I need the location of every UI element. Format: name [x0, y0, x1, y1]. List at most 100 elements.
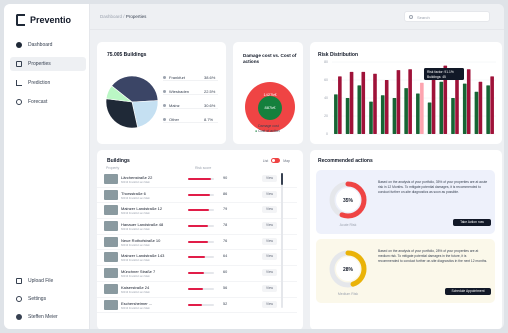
bar-medium[interactable] — [416, 93, 420, 135]
building-name: Eschersheimer ... — [121, 300, 153, 306]
gauge-caption: Medium Risk — [337, 292, 359, 296]
y-tick-label: 0 — [326, 132, 328, 136]
take-action-button[interactable]: Take Action now — [453, 219, 491, 226]
table-row[interactable]: Thorsstraße 6 60313 Frankfurt am Main 86 Vi… — [97, 188, 297, 204]
tooltip-title: Risk factor: 91.1% — [427, 70, 454, 74]
table-row[interactable]: Lärchenstraße 22 60313 Frankfurt am Main 9… — [97, 172, 297, 188]
view-button[interactable]: View — [262, 206, 277, 214]
sidebar-item-dashboard[interactable]: Dashboard — [10, 38, 86, 52]
view-button[interactable]: View — [262, 284, 277, 292]
bar-medium[interactable] — [380, 95, 385, 134]
bar-acute[interactable] — [373, 73, 377, 134]
legend-label: Other — [169, 116, 180, 122]
bar-acute[interactable] — [349, 71, 354, 134]
sidebar-item-upload[interactable]: Upload File — [10, 274, 86, 288]
bar-acute[interactable] — [466, 69, 471, 134]
y-tick-label: 40 — [324, 96, 328, 100]
view-button[interactable]: View — [262, 300, 277, 308]
bar-acute[interactable] — [478, 81, 483, 134]
risk-score-bar — [188, 256, 214, 259]
risk-score-value: 79 — [223, 207, 228, 212]
pie-legend-item: Other 8.7% — [163, 116, 218, 123]
toggle-map-label[interactable]: Map — [283, 159, 290, 163]
risk-score-bar — [188, 272, 214, 275]
bar-medium[interactable] — [392, 98, 397, 134]
table-row[interactable]: Mainzer Landstraße 143 60313 Frankfurt am… — [97, 250, 297, 267]
building-address: 60313 Frankfurt am Main — [121, 228, 150, 232]
breadcrumb-root[interactable]: Dashboard — [100, 14, 122, 19]
bar-acute[interactable] — [361, 71, 366, 134]
table-row[interactable]: Eschersheimer ... 60313 Frankfurt am Main… — [97, 298, 297, 314]
risk-score-fill — [188, 178, 212, 180]
risk-score-value: 60 — [223, 270, 228, 275]
sidebar-item-label: Properties — [28, 61, 51, 67]
bar-medium[interactable] — [345, 98, 350, 134]
schedule-appointment-button[interactable]: Schedule Appointment — [445, 288, 491, 295]
app-logo[interactable]: Preventio — [16, 14, 71, 26]
view-toggle[interactable]: List Map — [263, 158, 290, 163]
table-row[interactable]: Mainzer Landstraße 12 60313 Frankfurt am … — [97, 203, 297, 220]
toggle-switch[interactable] — [271, 158, 281, 163]
building-address: 60313 Frankfurt am Main — [121, 212, 150, 216]
risk-score-bar — [188, 287, 214, 290]
bar-medium[interactable] — [451, 98, 455, 134]
view-button[interactable]: View — [262, 253, 277, 261]
sidebar-item-forecast[interactable]: Forecast — [10, 95, 86, 109]
gauge-value: 28% — [343, 267, 354, 273]
bar-medium[interactable] — [404, 88, 408, 134]
bar-medium[interactable] — [357, 85, 362, 134]
view-button[interactable]: View — [262, 269, 277, 277]
risk-score-bar — [188, 303, 214, 306]
risk-score-value: 56 — [223, 285, 228, 290]
avatar — [16, 314, 22, 320]
column-header-risk: Risk score — [195, 166, 212, 170]
table-row[interactable]: Neue Rothofstraße 10 60313 Frankfurt am M… — [97, 235, 297, 251]
table-row[interactable]: Hanauer Landstraße 48 60313 Frankfurt am … — [97, 219, 297, 235]
sidebar-item-settings[interactable]: Settings — [10, 292, 86, 306]
view-button[interactable]: View — [262, 222, 277, 230]
bar-medium[interactable] — [474, 91, 479, 134]
search-input[interactable]: Search — [404, 11, 490, 22]
gauge-caption: Acute Risk — [339, 223, 357, 227]
bar-acute[interactable] — [396, 70, 401, 134]
sidebar-item-label: Settings — [28, 296, 47, 302]
toggle-list-label[interactable]: List — [263, 159, 268, 163]
view-button[interactable]: View — [262, 190, 277, 198]
table-row[interactable]: Münchner Straße 7 60313 Frankfurt am Main… — [97, 266, 297, 282]
bubble-legend: ● Damage cost ● Cost of action — [255, 124, 280, 134]
recommended-actions-card: Recommended actions 35% Acute Risk Based… — [310, 150, 502, 329]
bar-acute[interactable] — [338, 76, 342, 134]
sidebar-item-properties[interactable]: Properties — [10, 57, 86, 71]
bar-acute[interactable] — [384, 80, 389, 134]
bar-acute[interactable] — [455, 75, 459, 135]
scrollbar-thumb[interactable] — [281, 173, 283, 185]
bar-acute[interactable] — [490, 76, 494, 134]
bar-medium[interactable] — [427, 102, 432, 135]
risk-bar-chart: 0 20 40 60 80 Risk factor: 91.1%Buildings: 45 — [324, 60, 496, 136]
action-cost-value: 887k€ — [265, 105, 277, 110]
building-name: Neue Rothofstraße 10 — [121, 237, 161, 243]
bar-medium[interactable] — [486, 85, 490, 134]
bar-medium[interactable] — [462, 83, 467, 134]
risk-score-fill — [188, 256, 205, 259]
building-name: Hanauer Landstraße 48 — [121, 222, 164, 228]
bar-medium[interactable] — [439, 81, 444, 134]
bar-medium[interactable] — [334, 94, 338, 134]
bar-medium[interactable] — [369, 101, 373, 134]
sidebar-bottom: Upload File Settings Steffen Meier — [10, 274, 86, 328]
sidebar-item-profile[interactable]: Steffen Meier — [10, 310, 86, 324]
scrollbar[interactable] — [281, 173, 283, 308]
table-row[interactable]: Kaiserstraße 24 60313 Frankfurt am Main 56… — [97, 282, 297, 298]
legend-dot-icon — [163, 75, 166, 79]
risk-score-fill — [188, 272, 204, 275]
pie-legend: Frankfurt 38.6% Wiesbaden 22.5% Mainz 30.6% Ot… — [163, 74, 218, 130]
bar-acute[interactable] — [431, 74, 436, 134]
view-button[interactable]: View — [262, 237, 277, 245]
building-thumbnail — [104, 252, 118, 263]
view-button[interactable]: View — [262, 175, 277, 182]
sidebar-item-prediction[interactable]: Prediction — [10, 76, 86, 90]
upload-icon — [16, 278, 22, 284]
sidebar-item-label: Dashboard — [28, 42, 53, 48]
bar-acute[interactable] — [420, 82, 424, 134]
bar-acute[interactable] — [408, 69, 412, 134]
